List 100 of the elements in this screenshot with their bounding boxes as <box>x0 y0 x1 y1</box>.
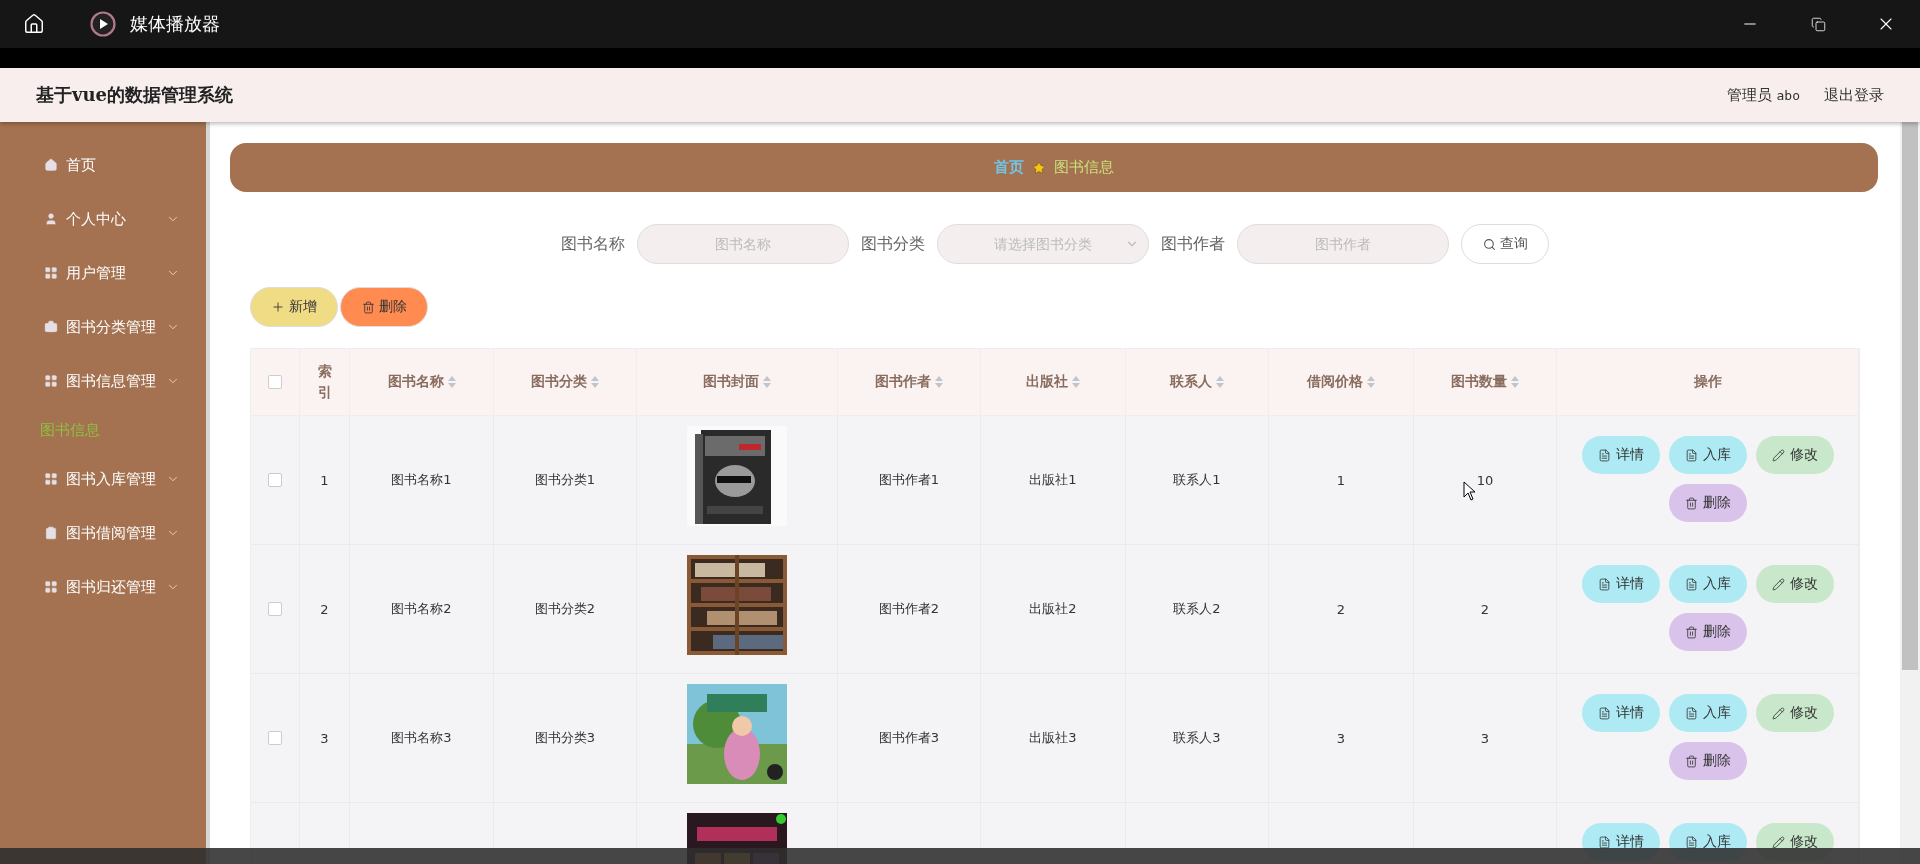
pencil-icon <box>1771 706 1785 720</box>
sidebar-item[interactable]: 个人中心 <box>0 192 206 246</box>
table-cell: 图书名称1 <box>391 471 452 489</box>
pencil-icon <box>1771 835 1785 849</box>
action-button[interactable]: 入库 <box>1668 694 1747 732</box>
checkbox[interactable] <box>268 602 282 616</box>
sort-icon[interactable] <box>447 376 456 388</box>
input-field[interactable]: 图书作者 <box>1237 224 1449 264</box>
plus-icon <box>271 300 285 314</box>
pencil-icon <box>1771 577 1785 591</box>
trash-icon <box>1684 754 1698 768</box>
table-cell: 图书作者1 <box>878 471 940 489</box>
delete-button[interactable]: 删除 <box>340 287 428 327</box>
logout-link[interactable]: 退出登录 <box>1824 85 1884 105</box>
breadcrumb-item: 图书信息 <box>1054 158 1114 177</box>
table-cell: 图书名称3 <box>391 729 452 747</box>
action-button[interactable]: 详情 <box>1581 565 1660 603</box>
edit-button[interactable]: 修改 <box>1755 565 1834 603</box>
table-cell: 联系人1 <box>1173 471 1221 489</box>
action-button[interactable]: 详情 <box>1581 436 1660 474</box>
sort-icon[interactable] <box>1367 376 1375 388</box>
table-cell: 1 <box>1336 472 1346 488</box>
edit-button[interactable]: 修改 <box>1755 436 1834 474</box>
home-icon[interactable] <box>23 13 45 35</box>
column-header: 索引 <box>317 362 332 402</box>
column-header[interactable]: 图书数量 <box>1451 373 1519 391</box>
document-icon <box>1684 448 1698 462</box>
action-button[interactable]: 入库 <box>1668 436 1747 474</box>
table-cell: 图书作者2 <box>878 600 940 618</box>
trash-icon <box>361 300 375 314</box>
table-cell: 10 <box>1476 472 1494 488</box>
cursor-icon <box>1463 481 1477 501</box>
sort-icon[interactable] <box>591 376 599 388</box>
column-header[interactable]: 图书封面 <box>703 373 771 391</box>
action-button[interactable]: 详情 <box>1581 694 1660 732</box>
document-icon <box>1684 706 1698 720</box>
document-icon <box>1597 448 1611 462</box>
field-label: 图书分类 <box>861 233 925 255</box>
table-cell: 图书分类3 <box>534 729 596 747</box>
add-button[interactable]: 新增 <box>250 287 338 327</box>
home-icon <box>44 158 58 172</box>
user-icon <box>44 212 58 226</box>
star-icon <box>1032 160 1046 175</box>
table-cell: 2 <box>320 601 329 617</box>
column-header: 操作 <box>1693 373 1722 391</box>
edit-button[interactable]: 修改 <box>1755 694 1834 732</box>
column-header[interactable]: 出版社 <box>1026 373 1080 391</box>
grid-icon <box>44 580 58 594</box>
document-icon <box>1597 577 1611 591</box>
checkbox[interactable] <box>268 731 282 745</box>
sort-icon[interactable] <box>1216 376 1224 388</box>
sidebar-item[interactable]: 图书借阅管理 <box>0 506 206 560</box>
table-cell: 3 <box>1336 730 1346 746</box>
action-button[interactable]: 入库 <box>1668 565 1747 603</box>
table-cell: 出版社3 <box>1029 729 1077 747</box>
field-label: 图书作者 <box>1161 233 1225 255</box>
column-header[interactable]: 借阅价格 <box>1307 373 1375 391</box>
trash-icon <box>1684 625 1698 639</box>
table-cell: 2 <box>1336 601 1346 617</box>
search-icon <box>1482 237 1496 251</box>
sort-icon[interactable] <box>763 376 771 388</box>
column-header[interactable]: 图书名称 <box>387 373 456 391</box>
sidebar-item[interactable]: 图书归还管理 <box>0 560 206 614</box>
table-cell: 出版社2 <box>1029 600 1077 618</box>
checkbox[interactable] <box>268 473 282 487</box>
table-cell: 3 <box>320 730 329 746</box>
sort-icon[interactable] <box>1511 376 1519 388</box>
column-header[interactable]: 图书作者 <box>875 373 943 391</box>
delete-button[interactable]: 删除 <box>1668 742 1747 780</box>
table-cell: 3 <box>1480 730 1490 746</box>
restore-icon[interactable] <box>1810 16 1826 32</box>
sidebar-item[interactable]: 图书信息管理 <box>0 354 206 408</box>
column-header[interactable]: 图书分类 <box>531 373 599 391</box>
sidebar-item[interactable]: 图书分类管理 <box>0 300 206 354</box>
sidebar-item[interactable]: 首页 <box>0 138 206 192</box>
pencil-icon <box>1771 448 1785 462</box>
delete-button[interactable]: 删除 <box>1668 484 1747 522</box>
sidebar-item[interactable]: 图书入库管理 <box>0 452 206 506</box>
table-cell: 图书分类2 <box>534 600 596 618</box>
column-header[interactable]: 联系人 <box>1170 373 1224 391</box>
table-cell: 图书名称2 <box>391 600 452 618</box>
sort-icon[interactable] <box>1072 376 1080 388</box>
table-cell: 1 <box>320 472 329 488</box>
delete-button[interactable]: 删除 <box>1668 613 1747 651</box>
table-cell: 联系人2 <box>1173 600 1221 618</box>
app-title: 基于vue的数据管理系统 <box>36 83 233 107</box>
user-label: 管理员 abo <box>1726 85 1800 105</box>
grid-icon <box>44 374 58 388</box>
sidebar-item[interactable]: 用户管理 <box>0 246 206 300</box>
document-icon <box>1597 706 1611 720</box>
checkbox[interactable] <box>268 375 282 389</box>
table-cell: 图书作者3 <box>878 729 940 747</box>
search-button[interactable]: 查询 <box>1461 224 1549 264</box>
scrollbar-thumb[interactable] <box>1902 122 1918 670</box>
input-field[interactable]: 图书名称 <box>637 224 849 264</box>
document-icon <box>1684 835 1698 849</box>
sort-icon[interactable] <box>935 376 943 388</box>
grid-icon <box>44 472 58 486</box>
document-icon <box>1597 835 1611 849</box>
window-title: 媒体播放器 <box>130 12 220 36</box>
